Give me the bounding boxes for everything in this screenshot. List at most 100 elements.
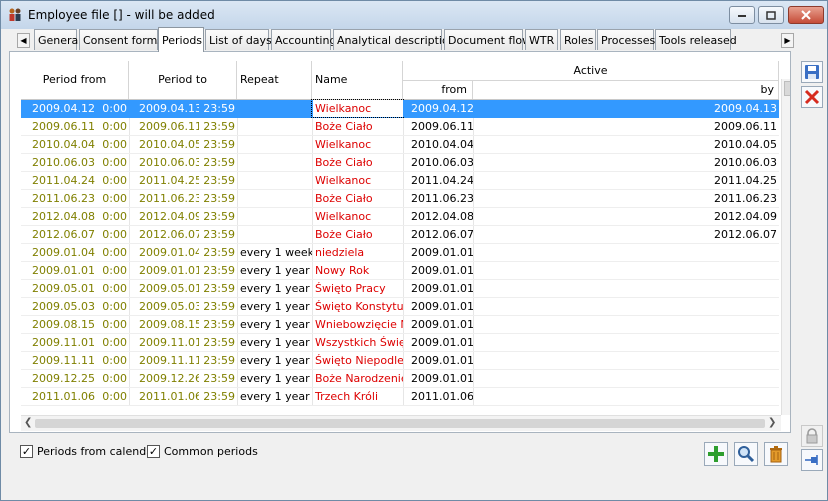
column-separator xyxy=(473,352,474,369)
scroll-left-icon[interactable]: ❮ xyxy=(24,417,32,428)
add-button[interactable] xyxy=(704,442,728,466)
table-row[interactable]: 2011.04.24 0:00 2011.04.25 23:59 Wielkanoc 20… xyxy=(21,172,779,190)
window-title: Employee file [] - will be added xyxy=(28,8,215,22)
table-row[interactable]: 2009.06.11 0:00 2009.06.11 23:59 Boże Ciało 2… xyxy=(21,118,779,136)
tab-analytical-description[interactable]: Analytical description xyxy=(333,29,456,50)
cell-active-from: 2012.06.07 xyxy=(411,228,473,241)
header-active-by[interactable]: by xyxy=(473,81,779,99)
tab-scroll-right-button[interactable]: ▶ xyxy=(781,33,794,48)
cell-to-time: 23:59 xyxy=(203,192,235,205)
minimize-icon xyxy=(738,15,746,17)
cell-name: Boże Narodzenie xyxy=(315,372,403,385)
cell-active-by xyxy=(473,334,779,351)
table-row[interactable]: 2009.12.25 0:00 2009.12.26 23:59 every 1 yea… xyxy=(21,370,779,388)
header-name[interactable]: Name xyxy=(312,61,403,99)
cell-to-date: 2009.01.04 xyxy=(139,246,199,259)
common-periods-checkbox[interactable]: ✓ Common periods xyxy=(147,445,258,458)
table-row[interactable]: 2011.01.06 0:00 2011.01.06 23:59 every 1 yea… xyxy=(21,388,779,406)
tab-wtr[interactable]: WTR xyxy=(525,29,558,50)
column-separator xyxy=(312,244,313,261)
column-separator xyxy=(403,100,404,117)
column-separator xyxy=(129,334,130,351)
horizontal-scroll-thumb[interactable] xyxy=(35,419,765,428)
lock-button[interactable] xyxy=(801,425,823,447)
cell-active-from: 2010.04.04 xyxy=(411,138,473,151)
table-row[interactable]: 2009.04.12 0:00 2009.04.13 23:59 Wielkanoc 20… xyxy=(21,99,779,118)
save-button[interactable] xyxy=(801,61,823,83)
cell-name: Boże Ciało xyxy=(315,228,373,241)
column-separator xyxy=(129,388,130,405)
cell-active-by xyxy=(473,370,779,387)
header-period-to[interactable]: Period to xyxy=(129,61,237,99)
pin-button[interactable] xyxy=(801,449,823,471)
horizontal-scrollbar[interactable]: ❮ ❯ xyxy=(21,415,781,431)
column-separator xyxy=(237,226,238,243)
cell-to-time: 23:59 xyxy=(203,300,235,313)
checkbox-checked-icon[interactable]: ✓ xyxy=(147,445,160,458)
table-row[interactable]: 2009.01.01 0:00 2009.01.01 23:59 every 1 yea… xyxy=(21,262,779,280)
scroll-right-icon[interactable]: ❯ xyxy=(768,417,776,428)
table-row[interactable]: 2009.11.01 0:00 2009.11.01 23:59 every 1 yea… xyxy=(21,334,779,352)
cancel-button[interactable] xyxy=(801,86,823,108)
column-separator xyxy=(237,298,238,315)
column-separator xyxy=(403,118,404,135)
cell-to-time: 23:59 xyxy=(203,336,235,349)
cell-active-from: 2009.04.12 xyxy=(411,102,473,115)
table-row[interactable]: 2009.08.15 0:00 2009.08.15 23:59 every 1 yea… xyxy=(21,316,779,334)
table-row[interactable]: 2009.01.04 0:00 2009.01.04 23:59 every 1 wee… xyxy=(21,244,779,262)
header-active-from[interactable]: from xyxy=(403,81,473,99)
cell-to-date: 2012.04.09 xyxy=(139,210,199,223)
periods-from-calendar-checkbox[interactable]: ✓ Periods from calendar xyxy=(20,445,157,458)
cell-from-date: 2011.06.23 xyxy=(32,192,95,205)
column-separator xyxy=(403,190,404,207)
table-row[interactable]: 2012.06.07 0:00 2012.06.07 23:59 Boże Ciało 2… xyxy=(21,226,779,244)
column-separator xyxy=(312,172,313,189)
tab-document-flow[interactable]: Document flow xyxy=(444,29,531,50)
table-row[interactable]: 2009.05.01 0:00 2009.05.01 23:59 every 1 yea… xyxy=(21,280,779,298)
cell-from-date: 2009.11.11 xyxy=(32,354,95,367)
maximize-button[interactable] xyxy=(758,6,784,24)
tab-consent-forms[interactable]: Consent forms xyxy=(79,29,163,50)
cell-from-date: 2011.04.24 xyxy=(32,174,95,187)
column-separator xyxy=(473,154,474,171)
minimize-button[interactable] xyxy=(729,6,755,24)
tab-general[interactable]: General xyxy=(34,29,81,50)
column-separator xyxy=(129,370,130,387)
tab-tools-released[interactable]: Tools released xyxy=(655,29,737,50)
column-separator xyxy=(473,334,474,351)
tab-accounting[interactable]: Accounting xyxy=(271,29,336,50)
table-row[interactable]: 2010.06.03 0:00 2010.06.03 23:59 Boże Ciało 2… xyxy=(21,154,779,172)
close-button[interactable] xyxy=(788,6,824,24)
preview-button[interactable] xyxy=(734,442,758,466)
tab-processes[interactable]: Processes xyxy=(597,29,655,50)
tab-scroll-left-button[interactable]: ◀ xyxy=(17,33,30,48)
cell-from-time: 0:00 xyxy=(102,390,127,403)
tab-list-of-days[interactable]: List of days xyxy=(205,29,272,50)
cell-to-time: 23:59 xyxy=(203,138,235,151)
cell-from-date: 2010.06.03 xyxy=(32,156,95,169)
vertical-scroll-thumb[interactable] xyxy=(784,81,790,96)
tab-periods[interactable]: Periods xyxy=(158,27,204,52)
checkbox-checked-icon[interactable]: ✓ xyxy=(20,445,33,458)
periods-grid: Period from Period to Repeat Name Active… xyxy=(9,51,791,433)
header-period-from[interactable]: Period from xyxy=(21,61,129,99)
cell-from-date: 2009.04.12 xyxy=(32,102,95,115)
cell-from-date: 2009.08.15 xyxy=(32,318,95,331)
cell-from-time: 0:00 xyxy=(102,372,127,385)
table-row[interactable]: 2011.06.23 0:00 2011.06.23 23:59 Boże Ciało 2… xyxy=(21,190,779,208)
header-repeat[interactable]: Repeat xyxy=(237,61,312,99)
cell-active-by: 2010.06.03 xyxy=(714,156,777,169)
tab-roles[interactable]: Roles xyxy=(560,29,596,50)
column-separator xyxy=(129,172,130,189)
table-row[interactable]: 2012.04.08 0:00 2012.04.09 23:59 Wielkanoc 20… xyxy=(21,208,779,226)
table-row[interactable]: 2010.04.04 0:00 2010.04.05 23:59 Wielkanoc 20… xyxy=(21,136,779,154)
table-row[interactable]: 2009.05.03 0:00 2009.05.03 23:59 every 1 yea… xyxy=(21,298,779,316)
delete-button[interactable] xyxy=(764,442,788,466)
column-separator xyxy=(473,316,474,333)
column-separator xyxy=(237,100,238,117)
header-active[interactable]: Active xyxy=(403,61,779,81)
column-separator xyxy=(473,226,474,243)
vertical-scrollbar[interactable] xyxy=(781,79,790,415)
table-row[interactable]: 2009.11.11 0:00 2009.11.11 23:59 every 1 yea… xyxy=(21,352,779,370)
column-separator xyxy=(129,298,130,315)
